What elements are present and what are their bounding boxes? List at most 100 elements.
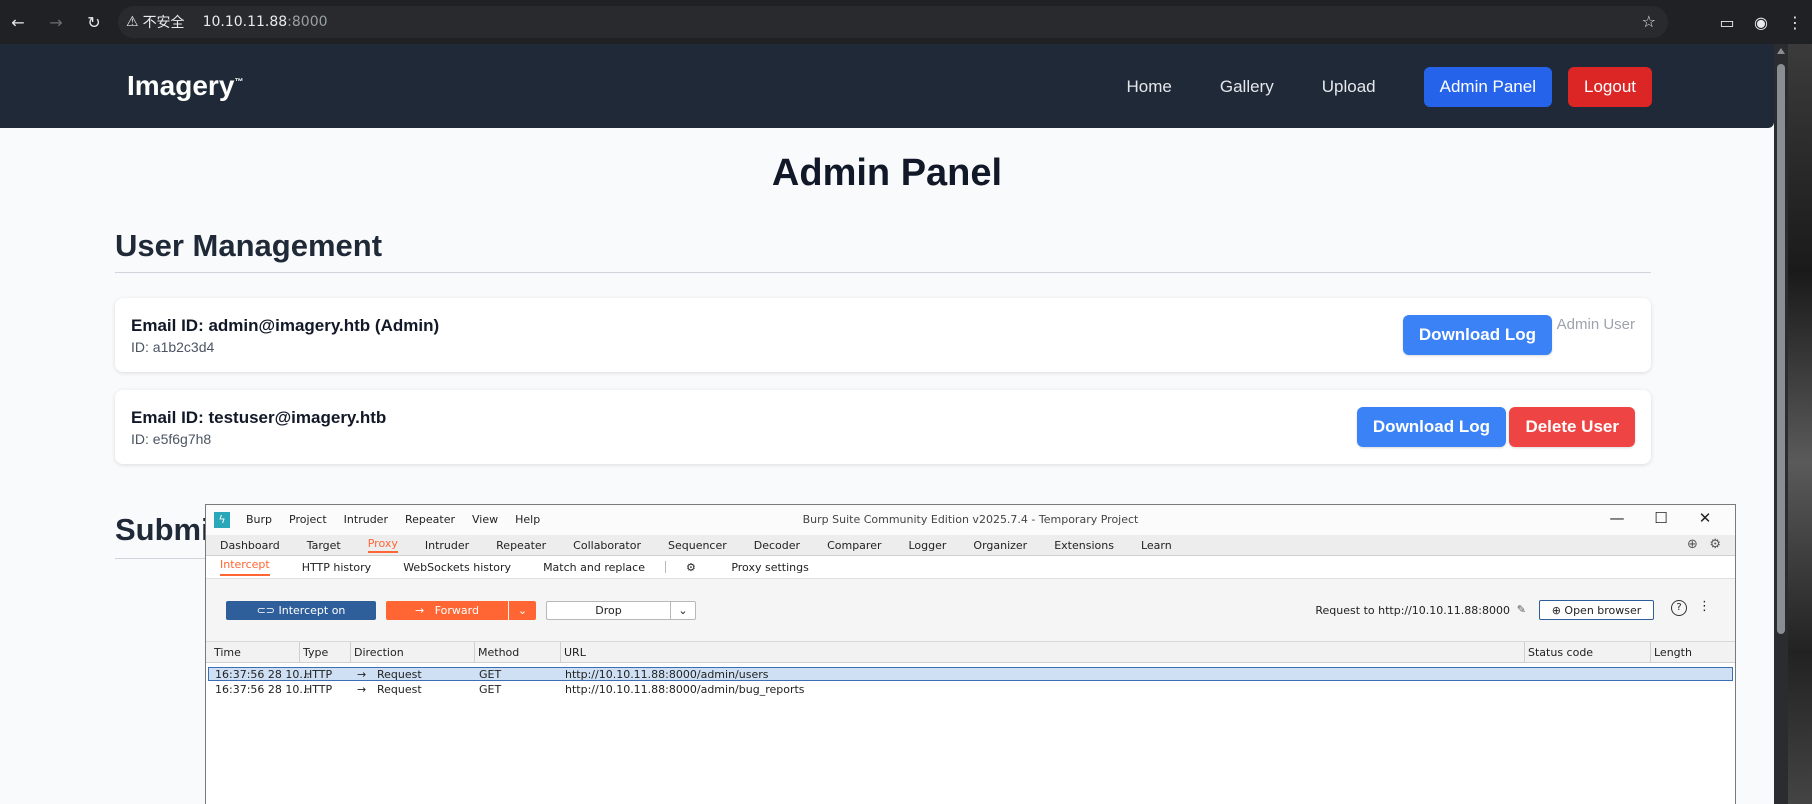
drop-button[interactable]: Drop	[546, 601, 671, 620]
maximize-icon[interactable]: ☐	[1639, 509, 1683, 527]
request-target-label: Request to http://10.10.11.88:8000	[1315, 604, 1510, 617]
delete-user-button[interactable]: Delete User	[1509, 407, 1635, 447]
globe-icon[interactable]: ⊕	[1687, 537, 1698, 552]
subtab-http-history[interactable]: HTTP history	[302, 561, 371, 574]
arrow-right-icon: →	[415, 604, 435, 617]
subtab-websockets-history[interactable]: WebSockets history	[403, 561, 511, 574]
column-divider[interactable]	[1650, 642, 1651, 663]
settings-gear-icon[interactable]: ⚙	[1709, 537, 1721, 552]
tab-intruder[interactable]: Intruder	[425, 539, 469, 552]
tab-decoder[interactable]: Decoder	[754, 539, 800, 552]
scrollbar-thumb[interactable]	[1777, 64, 1785, 634]
arrow-right-icon: →	[357, 683, 367, 696]
address-bar[interactable]: ⚠ 不安全 10.10.11.88:8000 ☆	[118, 6, 1668, 38]
globe-icon: ⊕	[1551, 603, 1565, 617]
menu-kebab-icon[interactable]: ⋮	[1778, 13, 1812, 32]
cell-url: http://10.10.11.88:8000/admin/bug_report…	[565, 683, 805, 696]
logout-button[interactable]: Logout	[1568, 67, 1652, 107]
table-header: Time Type Direction Method URL Status co…	[206, 642, 1735, 663]
open-browser-button[interactable]: ⊕ Open browser	[1539, 600, 1654, 620]
col-url[interactable]: URL	[564, 646, 586, 659]
close-icon[interactable]: ✕	[1683, 509, 1727, 527]
submissions-heading: Submi	[115, 512, 210, 547]
site-header: Imagery™ Home Gallery Upload Admin Panel…	[0, 44, 1774, 128]
nav-admin-panel-button[interactable]: Admin Panel	[1423, 67, 1552, 107]
forward-button[interactable]: → Forward	[386, 601, 508, 620]
drop-dropdown-button[interactable]: ⌄	[670, 601, 696, 620]
tab-proxy[interactable]: Proxy	[367, 537, 398, 553]
cell-time: 16:37:56 28 10...	[215, 683, 310, 696]
cast-icon[interactable]: ▭	[1710, 13, 1744, 32]
col-status-code[interactable]: Status code	[1528, 646, 1593, 659]
column-divider[interactable]	[474, 642, 475, 663]
tab-dashboard[interactable]: Dashboard	[220, 539, 280, 552]
gear-icon: ⚙	[685, 560, 700, 574]
bookmark-star-icon[interactable]: ☆	[1642, 12, 1656, 31]
tab-organizer[interactable]: Organizer	[973, 539, 1027, 552]
table-row[interactable]: 16:37:56 28 10... HTTP → Request GET htt…	[208, 683, 1733, 697]
col-direction[interactable]: Direction	[354, 646, 404, 659]
more-options-icon[interactable]: ⋮	[1698, 599, 1711, 614]
forward-button-label: Forward	[434, 604, 479, 617]
tab-logger[interactable]: Logger	[908, 539, 946, 552]
tab-sequencer[interactable]: Sequencer	[668, 539, 727, 552]
section-divider	[115, 558, 215, 559]
page-scrollbar[interactable]	[1774, 44, 1788, 804]
admin-user-tag: Admin User	[1556, 316, 1635, 333]
col-type[interactable]: Type	[303, 646, 328, 659]
nav-gallery-link[interactable]: Gallery	[1220, 77, 1274, 97]
security-label[interactable]: 不安全	[143, 12, 185, 32]
back-icon[interactable]: ←	[6, 10, 30, 34]
forward-dropdown-button[interactable]: ⌄	[509, 601, 536, 620]
tab-learn[interactable]: Learn	[1141, 539, 1172, 552]
help-icon[interactable]: ?	[1671, 600, 1687, 616]
browser-toolbar: ← → ↻ ⚠ 不安全 10.10.11.88:8000 ☆ ▭ ◉ ⋮	[0, 0, 1812, 44]
download-log-button[interactable]: Download Log	[1356, 407, 1506, 447]
cell-method: GET	[479, 683, 502, 696]
edit-pencil-icon[interactable]: ✎	[1517, 603, 1526, 616]
profile-icon[interactable]: ◉	[1744, 13, 1778, 32]
url-port: :8000	[287, 14, 328, 30]
table-row[interactable]: 16:37:56 28 10... HTTP → Request GET htt…	[208, 667, 1733, 681]
cell-direction: Request	[377, 668, 422, 681]
tab-comparer[interactable]: Comparer	[827, 539, 881, 552]
minimize-icon[interactable]: —	[1595, 509, 1639, 527]
column-divider[interactable]	[1524, 642, 1525, 663]
window-controls: — ☐ ✕	[1595, 509, 1727, 527]
col-length[interactable]: Length	[1654, 646, 1692, 659]
subtab-intercept[interactable]: Intercept	[220, 558, 270, 576]
tab-repeater[interactable]: Repeater	[496, 539, 546, 552]
scroll-up-icon[interactable]	[1777, 48, 1785, 54]
user-id: ID: e5f6g7h8	[131, 431, 212, 447]
reload-icon[interactable]: ↻	[82, 10, 106, 34]
arrow-right-icon: →	[357, 668, 367, 681]
user-email: Email ID: admin@imagery.htb (Admin)	[131, 316, 440, 335]
cell-time: 16:37:56 28 10...	[215, 668, 310, 681]
proxy-subtabs: Intercept HTTP history WebSockets histor…	[206, 556, 1735, 578]
tab-extensions[interactable]: Extensions	[1054, 539, 1114, 552]
col-time[interactable]: Time	[214, 646, 241, 659]
cell-method: GET	[479, 668, 502, 681]
burp-suite-window: ϟ Burp Project Intruder Repeater View He…	[205, 504, 1736, 804]
user-card-testuser: Email ID: testuser@imagery.htb ID: e5f6g…	[115, 390, 1651, 464]
warning-triangle-icon[interactable]: ⚠	[126, 14, 139, 30]
cell-direction: Request	[377, 683, 422, 696]
proxy-settings-button[interactable]: ⚙ Proxy settings	[686, 561, 841, 574]
user-email: Email ID: testuser@imagery.htb	[131, 408, 387, 427]
subtab-separator	[664, 561, 666, 573]
nav-home-link[interactable]: Home	[1127, 77, 1172, 97]
col-method[interactable]: Method	[478, 646, 519, 659]
proxy-settings-label: Proxy settings	[731, 560, 809, 574]
site-logo[interactable]: Imagery™	[127, 70, 243, 102]
column-divider[interactable]	[299, 642, 300, 663]
burp-window-title: Burp Suite Community Edition v2025.7.4 -…	[802, 513, 1139, 526]
column-divider[interactable]	[350, 642, 351, 663]
intercept-toggle-button[interactable]: ⊂⊃ Intercept on	[226, 601, 376, 620]
tab-target[interactable]: Target	[307, 539, 341, 552]
forward-icon[interactable]: →	[44, 10, 68, 34]
subtab-match-and-replace[interactable]: Match and replace	[543, 561, 645, 574]
nav-upload-link[interactable]: Upload	[1322, 77, 1376, 97]
column-divider[interactable]	[560, 642, 561, 663]
download-log-button[interactable]: Download Log	[1402, 315, 1552, 355]
tab-collaborator[interactable]: Collaborator	[573, 539, 641, 552]
